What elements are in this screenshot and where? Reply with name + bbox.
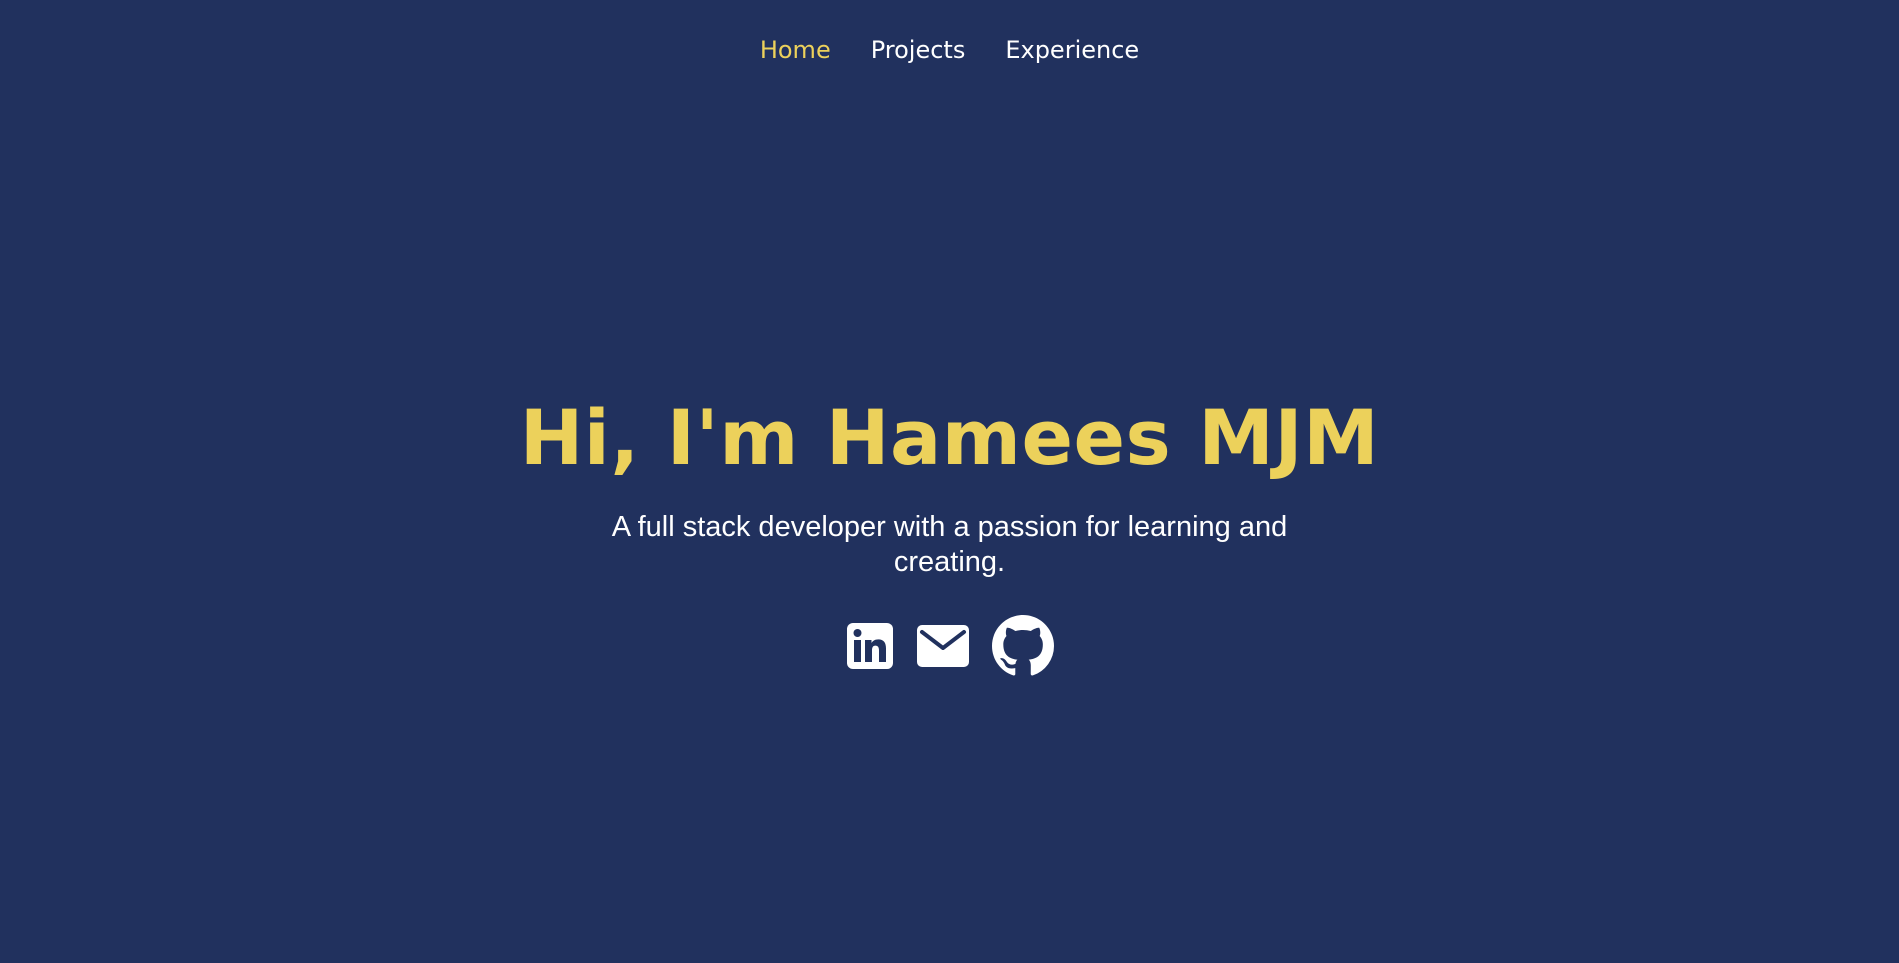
top-nav: Home Projects Experience xyxy=(0,33,1899,67)
hero-tagline: A full stack developer with a passion fo… xyxy=(611,511,1288,578)
github-link[interactable] xyxy=(991,615,1054,677)
linkedin-icon xyxy=(846,623,893,669)
linkedin-link[interactable] xyxy=(846,622,894,670)
github-icon xyxy=(991,615,1054,676)
nav-projects-link[interactable]: Projects xyxy=(871,33,966,67)
hero-title: Hi, I'm Hamees MJM xyxy=(519,393,1380,482)
nav-experience-link[interactable]: Experience xyxy=(1005,33,1139,67)
nav-home-link[interactable]: Home xyxy=(760,33,831,67)
hero-section: Hi, I'm Hamees MJM A full stack develope… xyxy=(0,388,1899,677)
mail-icon xyxy=(916,625,969,667)
page: Home Projects Experience Hi, I'm Hamees … xyxy=(0,0,1899,963)
social-links xyxy=(0,615,1899,677)
mail-link[interactable] xyxy=(916,624,970,668)
